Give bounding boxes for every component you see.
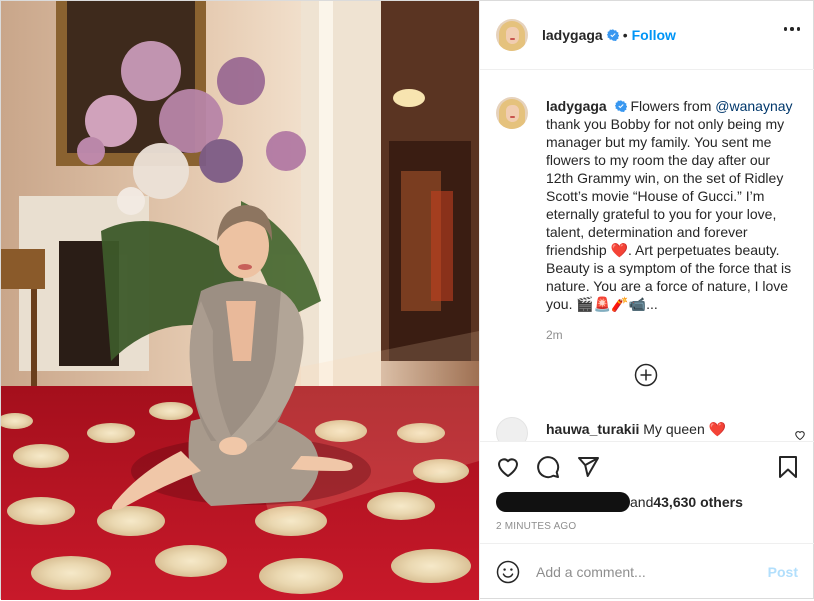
- likes-count[interactable]: 43,630 others: [653, 494, 743, 510]
- separator-dot: •: [622, 27, 628, 43]
- comment-icon[interactable]: [536, 455, 560, 479]
- action-icons: [496, 455, 600, 479]
- comment-text: hauwa_turakii My queen ❤️: [546, 421, 726, 438]
- caption-text-intro: Flowers from: [626, 98, 716, 114]
- instagram-post: ladygaga • Follow ladygaga Flowers from …: [0, 0, 814, 600]
- follow-button[interactable]: Follow: [632, 27, 676, 43]
- commenter-username[interactable]: hauwa_turakii: [546, 421, 639, 437]
- post-details-panel: ladygaga • Follow ladygaga Flowers from …: [479, 1, 814, 600]
- save-button[interactable]: [776, 455, 800, 479]
- comment-like-icon[interactable]: [794, 429, 806, 441]
- author-avatar[interactable]: [496, 19, 528, 51]
- post-timestamp[interactable]: 2 MINUTES AGO: [496, 521, 576, 532]
- more-options-icon[interactable]: [783, 27, 800, 31]
- likes-prefix: and: [630, 494, 654, 510]
- caption-body: ladygaga Flowers from @wanaynay thank yo…: [546, 97, 796, 344]
- smiley-icon[interactable]: [496, 560, 520, 584]
- commenter-avatar[interactable]: [496, 417, 528, 441]
- comment-body: My queen: [639, 421, 709, 437]
- post-actions: and 43,630 others 2 MINUTES AGO: [480, 441, 814, 543]
- comment-input[interactable]: [536, 564, 768, 580]
- verified-badge-icon: [614, 100, 627, 112]
- verified-badge-icon: [606, 29, 619, 41]
- share-icon[interactable]: [576, 455, 600, 479]
- post-photo[interactable]: [1, 1, 479, 600]
- caption: ladygaga Flowers from @wanaynay thank yo…: [480, 71, 814, 344]
- heart-emoji: ❤️: [610, 242, 629, 258]
- redacted-usernames: [496, 492, 630, 512]
- author-username[interactable]: ladygaga: [542, 27, 603, 43]
- heart-icon[interactable]: [496, 455, 520, 479]
- photo-illustration: [1, 1, 479, 600]
- caption-text-1: thank you Bobby for not only being my ma…: [546, 116, 785, 258]
- post-comment-button[interactable]: Post: [768, 564, 798, 580]
- likes-summary[interactable]: and 43,630 others: [496, 492, 743, 512]
- heart-emoji: ❤️: [708, 421, 727, 437]
- caption-avatar[interactable]: [496, 97, 528, 129]
- comments-section[interactable]: ladygaga Flowers from @wanaynay thank yo…: [480, 71, 814, 441]
- caption-time: 2m: [546, 328, 563, 342]
- post-header: ladygaga • Follow: [480, 1, 814, 70]
- comment-item: hauwa_turakii My queen ❤️: [496, 417, 806, 441]
- comment-form: Post: [480, 543, 814, 600]
- caption-mention-link[interactable]: @wanaynay: [715, 98, 792, 114]
- bookmark-icon[interactable]: [776, 455, 800, 479]
- caption-username[interactable]: ladygaga: [546, 98, 607, 114]
- plus-circle-icon[interactable]: [634, 363, 658, 387]
